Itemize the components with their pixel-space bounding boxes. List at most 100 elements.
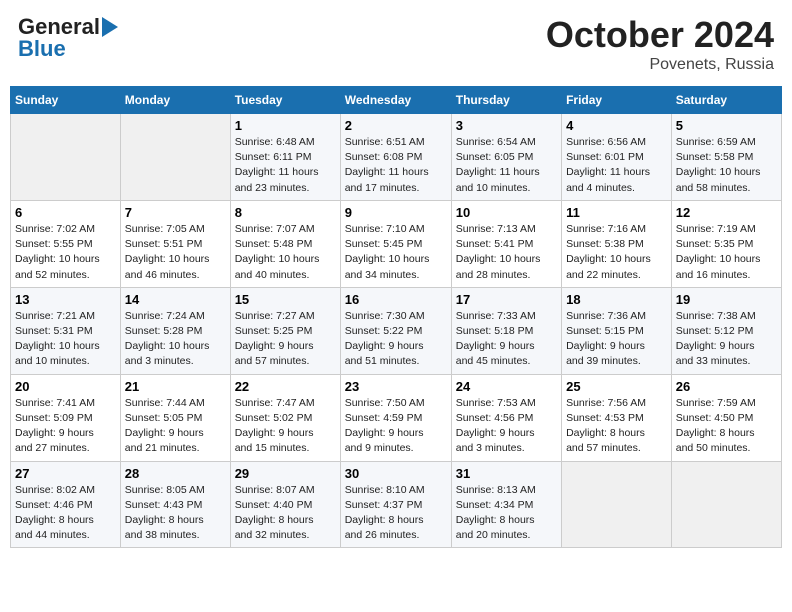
day-number: 8: [235, 205, 336, 220]
logo-arrow-icon: [102, 17, 118, 37]
calendar-cell: 17Sunrise: 7:33 AM Sunset: 5:18 PM Dayli…: [451, 287, 561, 374]
calendar-cell: 18 Sunrise: 7:36 AM Sunset: 5:15 PM Dayli…: [562, 287, 672, 374]
days-of-week-row: SundayMondayTuesdayWednesdayThursdayFrid…: [11, 87, 782, 114]
week-row-3: 13Sunrise: 7:21 AM Sunset: 5:31 PM Dayli…: [11, 287, 782, 374]
calendar-cell: 23 Sunrise: 7:50 AM Sunset: 4:59 PM Dayli…: [340, 374, 451, 461]
day-number: 28: [125, 466, 226, 481]
day-number: 31: [456, 466, 557, 481]
day-number: 11: [566, 205, 667, 220]
day-details: Sunrise: 7:16 AM Sunset: 5:38 PM Dayligh…: [566, 222, 667, 283]
week-row-1: 1 Sunrise: 6:48 AM Sunset: 6:11 PM Daylig…: [11, 114, 782, 201]
calendar-cell: [120, 114, 230, 201]
day-details: Sunrise: 7:33 AM Sunset: 5:18 PM Dayligh…: [456, 309, 557, 370]
week-row-5: 27 Sunrise: 8:02 AM Sunset: 4:46 PM Dayli…: [11, 461, 782, 548]
day-details: Sunrise: 8:02 AM Sunset: 4:46 PM Dayligh…: [15, 483, 116, 544]
day-details: Sunrise: 7:24 AM Sunset: 5:28 PM Dayligh…: [125, 309, 226, 370]
calendar-cell: [671, 461, 781, 548]
calendar-cell: 7 Sunrise: 7:05 AM Sunset: 5:51 PM Daylig…: [120, 200, 230, 287]
week-row-2: 6 Sunrise: 7:02 AM Sunset: 5:55 PM Daylig…: [11, 200, 782, 287]
dow-friday: Friday: [562, 87, 672, 114]
day-number: 9: [345, 205, 447, 220]
day-details: Sunrise: 7:53 AM Sunset: 4:56 PM Dayligh…: [456, 396, 557, 457]
day-number: 15: [235, 292, 336, 307]
calendar-cell: 22Sunrise: 7:47 AM Sunset: 5:02 PM Dayli…: [230, 374, 340, 461]
day-details: Sunrise: 7:50 AM Sunset: 4:59 PM Dayligh…: [345, 396, 447, 457]
dow-wednesday: Wednesday: [340, 87, 451, 114]
day-details: Sunrise: 7:38 AM Sunset: 5:12 PM Dayligh…: [676, 309, 777, 370]
day-details: Sunrise: 7:36 AM Sunset: 5:15 PM Dayligh…: [566, 309, 667, 370]
day-number: 5: [676, 118, 777, 133]
day-number: 1: [235, 118, 336, 133]
day-number: 14: [125, 292, 226, 307]
dow-monday: Monday: [120, 87, 230, 114]
day-number: 4: [566, 118, 667, 133]
day-number: 30: [345, 466, 447, 481]
calendar-cell: 15 Sunrise: 7:27 AM Sunset: 5:25 PM Dayli…: [230, 287, 340, 374]
day-details: Sunrise: 7:21 AM Sunset: 5:31 PM Dayligh…: [15, 309, 116, 370]
day-number: 23: [345, 379, 447, 394]
calendar-cell: 26Sunrise: 7:59 AM Sunset: 4:50 PM Dayli…: [671, 374, 781, 461]
calendar-cell: 5 Sunrise: 6:59 AM Sunset: 5:58 PM Daylig…: [671, 114, 781, 201]
day-number: 16: [345, 292, 447, 307]
week-row-4: 20 Sunrise: 7:41 AM Sunset: 5:09 PM Dayli…: [11, 374, 782, 461]
title-block: October 2024 Povenets, Russia: [546, 14, 774, 74]
calendar-cell: 20 Sunrise: 7:41 AM Sunset: 5:09 PM Dayli…: [11, 374, 121, 461]
calendar-cell: 29 Sunrise: 8:07 AM Sunset: 4:40 PM Dayli…: [230, 461, 340, 548]
calendar-cell: 10Sunrise: 7:13 AM Sunset: 5:41 PM Dayli…: [451, 200, 561, 287]
day-number: 26: [676, 379, 777, 394]
calendar-body: 1 Sunrise: 6:48 AM Sunset: 6:11 PM Daylig…: [11, 114, 782, 548]
calendar-cell: 24 Sunrise: 7:53 AM Sunset: 4:56 PM Dayli…: [451, 374, 561, 461]
day-details: Sunrise: 8:13 AM Sunset: 4:34 PM Dayligh…: [456, 483, 557, 544]
calendar-cell: 19Sunrise: 7:38 AM Sunset: 5:12 PM Dayli…: [671, 287, 781, 374]
calendar-cell: 11 Sunrise: 7:16 AM Sunset: 5:38 PM Dayli…: [562, 200, 672, 287]
calendar-table: SundayMondayTuesdayWednesdayThursdayFrid…: [10, 86, 782, 548]
calendar-cell: 3Sunrise: 6:54 AM Sunset: 6:05 PM Daylig…: [451, 114, 561, 201]
day-details: Sunrise: 7:10 AM Sunset: 5:45 PM Dayligh…: [345, 222, 447, 283]
calendar-cell: 9 Sunrise: 7:10 AM Sunset: 5:45 PM Daylig…: [340, 200, 451, 287]
logo-blue: Blue: [18, 36, 66, 62]
day-details: Sunrise: 6:56 AM Sunset: 6:01 PM Dayligh…: [566, 135, 667, 196]
calendar-cell: 6 Sunrise: 7:02 AM Sunset: 5:55 PM Daylig…: [11, 200, 121, 287]
day-details: Sunrise: 7:27 AM Sunset: 5:25 PM Dayligh…: [235, 309, 336, 370]
day-details: Sunrise: 8:07 AM Sunset: 4:40 PM Dayligh…: [235, 483, 336, 544]
day-details: Sunrise: 6:51 AM Sunset: 6:08 PM Dayligh…: [345, 135, 447, 196]
calendar-cell: 12Sunrise: 7:19 AM Sunset: 5:35 PM Dayli…: [671, 200, 781, 287]
day-number: 21: [125, 379, 226, 394]
day-details: Sunrise: 6:48 AM Sunset: 6:11 PM Dayligh…: [235, 135, 336, 196]
day-details: Sunrise: 7:41 AM Sunset: 5:09 PM Dayligh…: [15, 396, 116, 457]
day-details: Sunrise: 8:10 AM Sunset: 4:37 PM Dayligh…: [345, 483, 447, 544]
day-number: 18: [566, 292, 667, 307]
calendar-cell: 21 Sunrise: 7:44 AM Sunset: 5:05 PM Dayli…: [120, 374, 230, 461]
dow-thursday: Thursday: [451, 87, 561, 114]
day-number: 6: [15, 205, 116, 220]
day-details: Sunrise: 7:44 AM Sunset: 5:05 PM Dayligh…: [125, 396, 226, 457]
month-title: October 2024: [546, 14, 774, 56]
calendar-cell: 8 Sunrise: 7:07 AM Sunset: 5:48 PM Daylig…: [230, 200, 340, 287]
calendar-cell: 25 Sunrise: 7:56 AM Sunset: 4:53 PM Dayli…: [562, 374, 672, 461]
page-header: General Blue October 2024 Povenets, Russ…: [10, 10, 782, 78]
day-number: 29: [235, 466, 336, 481]
day-number: 27: [15, 466, 116, 481]
calendar-cell: 13Sunrise: 7:21 AM Sunset: 5:31 PM Dayli…: [11, 287, 121, 374]
day-details: Sunrise: 7:02 AM Sunset: 5:55 PM Dayligh…: [15, 222, 116, 283]
day-number: 24: [456, 379, 557, 394]
dow-saturday: Saturday: [671, 87, 781, 114]
day-details: Sunrise: 6:54 AM Sunset: 6:05 PM Dayligh…: [456, 135, 557, 196]
calendar-cell: 16Sunrise: 7:30 AM Sunset: 5:22 PM Dayli…: [340, 287, 451, 374]
day-details: Sunrise: 7:05 AM Sunset: 5:51 PM Dayligh…: [125, 222, 226, 283]
day-number: 7: [125, 205, 226, 220]
calendar-cell: 4 Sunrise: 6:56 AM Sunset: 6:01 PM Daylig…: [562, 114, 672, 201]
day-number: 20: [15, 379, 116, 394]
day-number: 25: [566, 379, 667, 394]
calendar-cell: 30 Sunrise: 8:10 AM Sunset: 4:37 PM Dayli…: [340, 461, 451, 548]
location: Povenets, Russia: [546, 56, 774, 74]
day-details: Sunrise: 7:19 AM Sunset: 5:35 PM Dayligh…: [676, 222, 777, 283]
calendar-cell: 14 Sunrise: 7:24 AM Sunset: 5:28 PM Dayli…: [120, 287, 230, 374]
day-details: Sunrise: 7:07 AM Sunset: 5:48 PM Dayligh…: [235, 222, 336, 283]
day-details: Sunrise: 7:47 AM Sunset: 5:02 PM Dayligh…: [235, 396, 336, 457]
day-details: Sunrise: 6:59 AM Sunset: 5:58 PM Dayligh…: [676, 135, 777, 196]
calendar-cell: [562, 461, 672, 548]
calendar-cell: 31 Sunrise: 8:13 AM Sunset: 4:34 PM Dayli…: [451, 461, 561, 548]
day-details: Sunrise: 7:56 AM Sunset: 4:53 PM Dayligh…: [566, 396, 667, 457]
calendar-cell: 28Sunrise: 8:05 AM Sunset: 4:43 PM Dayli…: [120, 461, 230, 548]
